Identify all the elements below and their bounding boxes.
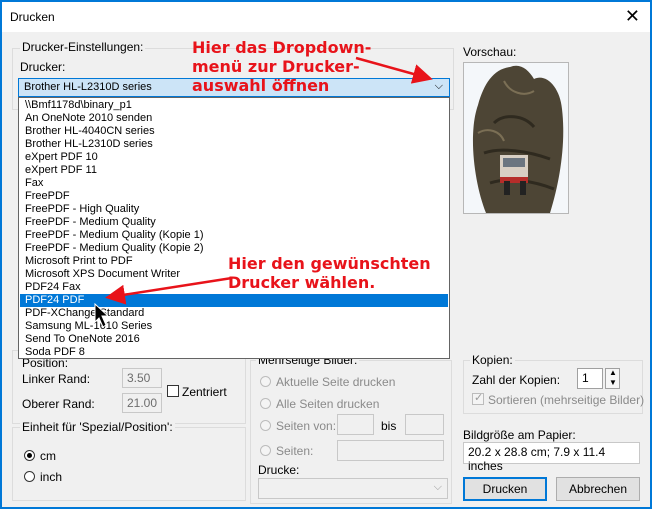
pages-field[interactable] bbox=[337, 440, 444, 461]
stepper-up-icon[interactable]: ▲ bbox=[609, 368, 617, 377]
prints-label: Drucke: bbox=[258, 463, 300, 477]
printer-option[interactable]: Samsung ML-1610 Series bbox=[20, 320, 448, 333]
printer-option[interactable]: PDF-XChange Standard bbox=[20, 307, 448, 320]
stepper-down-icon[interactable]: ▼ bbox=[609, 378, 617, 387]
pages-from-field[interactable] bbox=[337, 414, 374, 435]
sort-label: Sortieren (mehrseitige Bilder) bbox=[488, 393, 645, 407]
preview-label: Vorschau: bbox=[463, 45, 517, 59]
all-pages-radio[interactable] bbox=[260, 398, 271, 409]
printer-option[interactable]: PDF24 PDF bbox=[20, 294, 448, 307]
printer-option[interactable]: \\Bmf1178d\binary_p1 bbox=[20, 99, 448, 112]
current-page-radio[interactable] bbox=[260, 376, 271, 387]
copies-stepper[interactable]: ▲ ▼ bbox=[605, 368, 620, 389]
left-margin-label: Linker Rand: bbox=[22, 372, 91, 386]
copies-count-label: Zahl der Kopien: bbox=[472, 373, 561, 387]
printer-option[interactable]: FreePDF - Medium Quality (Kopie 1) bbox=[20, 229, 448, 242]
copies-count-field[interactable]: 1 bbox=[577, 368, 603, 389]
sort-checkbox[interactable]: ✓ bbox=[472, 392, 484, 405]
printer-option[interactable]: FreePDF - High Quality bbox=[20, 203, 448, 216]
paper-size-field: 20.2 x 28.8 cm; 7.9 x 11.4 inches bbox=[463, 442, 640, 473]
printer-option[interactable]: FreePDF - Medium Quality bbox=[20, 216, 448, 229]
printer-option[interactable]: Brother HL-L2310D series bbox=[20, 138, 448, 151]
pages-to-field[interactable] bbox=[405, 414, 444, 435]
printer-option[interactable]: eXpert PDF 10 bbox=[20, 151, 448, 164]
units-group bbox=[12, 427, 246, 501]
printer-option[interactable]: An OneNote 2010 senden bbox=[20, 112, 448, 125]
print-button[interactable]: Drucken bbox=[463, 477, 547, 501]
printer-option[interactable]: Send To OneNote 2016 bbox=[20, 333, 448, 346]
cancel-button[interactable]: Abbrechen bbox=[556, 477, 640, 501]
printer-label: Drucker: bbox=[20, 60, 66, 74]
unit-cm-label: cm bbox=[40, 449, 56, 463]
unit-inch-label: inch bbox=[40, 470, 63, 484]
all-pages-label: Alle Seiten drucken bbox=[276, 397, 380, 411]
printer-option[interactable]: Fax bbox=[20, 177, 448, 190]
top-margin-label: Oberer Rand: bbox=[22, 397, 95, 411]
printer-select-value: Brother HL-L2310D series bbox=[24, 81, 152, 93]
close-icon[interactable]: ✕ bbox=[625, 6, 640, 26]
center-label: Zentriert bbox=[182, 385, 227, 399]
paper-size-label: Bildgröße am Papier: bbox=[463, 428, 576, 442]
top-margin-field[interactable]: 21.00 bbox=[122, 393, 162, 413]
title-bar[interactable]: Drucken ✕ bbox=[2, 2, 650, 32]
printer-dropdown-list[interactable]: \\Bmf1178d\binary_p1 An OneNote 2010 send… bbox=[18, 97, 450, 359]
preview-image bbox=[463, 62, 569, 214]
unit-cm-radio[interactable] bbox=[24, 450, 35, 461]
current-page-label: Aktuelle Seite drucken bbox=[276, 375, 396, 389]
left-margin-field[interactable]: 3.50 bbox=[122, 368, 162, 388]
copies-title: Kopien: bbox=[470, 353, 515, 367]
printer-option[interactable]: FreePDF bbox=[20, 190, 448, 203]
prints-select[interactable]: ⌵ bbox=[258, 478, 448, 499]
center-checkbox[interactable] bbox=[167, 385, 179, 397]
pages-from-label: Seiten von: bbox=[276, 419, 337, 433]
pages-to-label: bis bbox=[381, 419, 397, 433]
annotation-select-hint: Hier den gewünschten Drucker wählen. bbox=[228, 254, 431, 292]
chevron-down-icon: ⌵ bbox=[433, 481, 442, 493]
pages-label: Seiten: bbox=[276, 444, 314, 458]
pages-radio[interactable] bbox=[260, 445, 271, 456]
preview-thumbnail bbox=[464, 63, 568, 213]
printer-option[interactable]: Brother HL-4040CN series bbox=[20, 125, 448, 138]
printer-option[interactable]: eXpert PDF 11 bbox=[20, 164, 448, 177]
annotation-dropdown-hint: Hier das Dropdown- menü zur Drucker- aus… bbox=[192, 38, 372, 95]
window-title: Drucken bbox=[10, 10, 55, 24]
printer-settings-title: Drucker-Einstellungen: bbox=[20, 40, 146, 54]
chevron-down-icon[interactable]: ⌵ bbox=[435, 80, 443, 93]
units-title: Einheit für 'Spezial/Position': bbox=[20, 420, 175, 434]
pages-from-radio[interactable] bbox=[260, 420, 271, 431]
unit-inch-radio[interactable] bbox=[24, 471, 35, 482]
checkmark-icon: ✓ bbox=[474, 392, 484, 404]
printer-option[interactable]: Soda PDF 8 bbox=[20, 346, 448, 359]
